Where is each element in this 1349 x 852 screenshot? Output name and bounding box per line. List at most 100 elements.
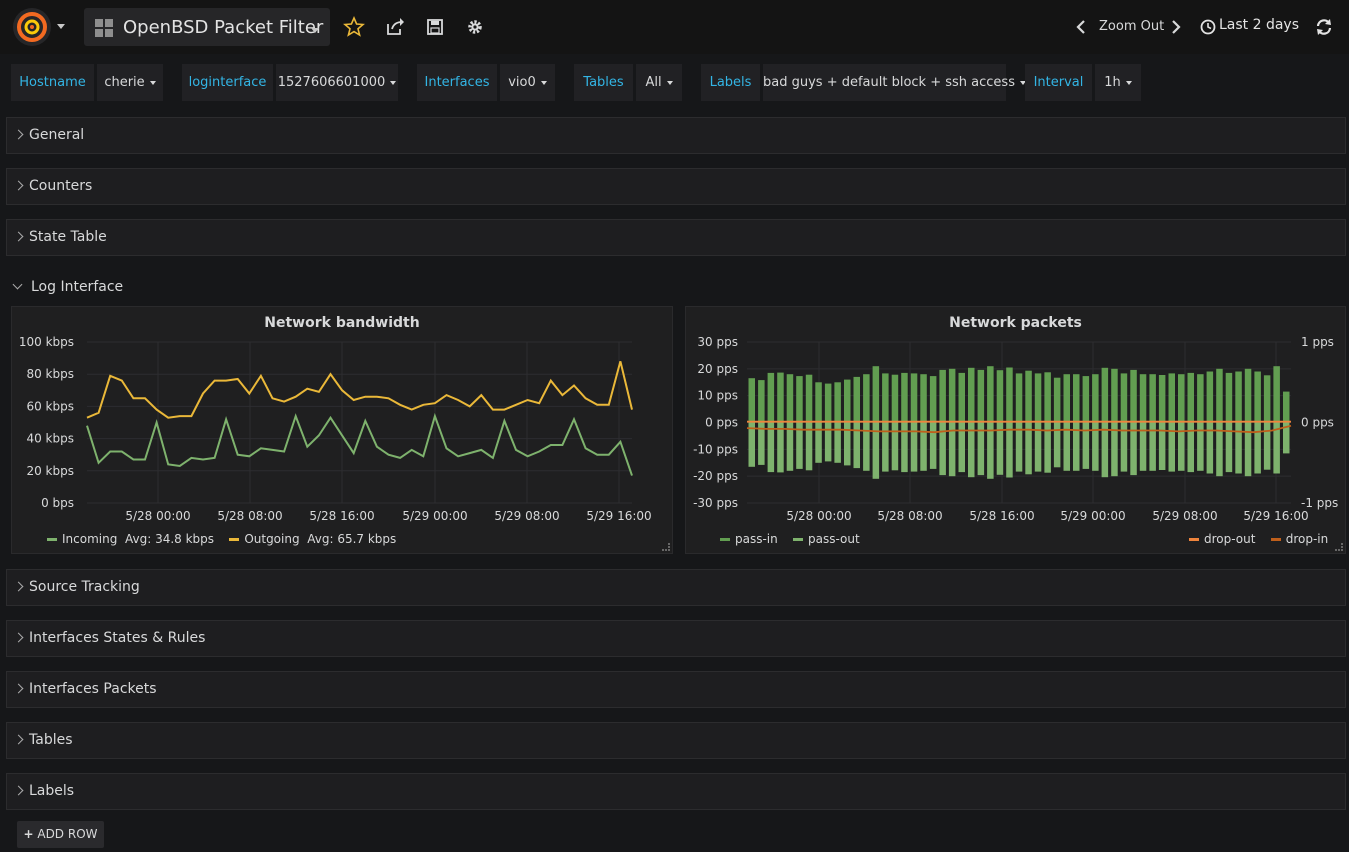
caret-down-icon bbox=[1125, 80, 1132, 85]
variable-value-labels: bad guys + default block + ssh access bbox=[763, 75, 1015, 90]
bar-pass-out bbox=[1225, 422, 1233, 473]
bar-pass-in bbox=[1149, 374, 1156, 423]
legend-label-pass-in: pass-in bbox=[735, 532, 778, 546]
time-range-picker[interactable]: Last 2 days bbox=[1219, 17, 1299, 33]
bar-pass-in bbox=[882, 373, 889, 423]
y-tick-label: 20 pps bbox=[697, 362, 738, 376]
y-tick-label: 60 kbps bbox=[26, 399, 74, 413]
bar-pass-in bbox=[996, 370, 1004, 423]
x-tick-label: 5/28 00:00 bbox=[125, 509, 190, 523]
x-tick-label: 5/29 16:00 bbox=[1243, 509, 1308, 523]
chevron-right-icon bbox=[13, 581, 24, 592]
gear-icon[interactable] bbox=[462, 14, 488, 40]
bar-pass-in bbox=[948, 368, 956, 423]
clock-icon[interactable] bbox=[1196, 15, 1218, 39]
panel-resize-handle[interactable] bbox=[662, 543, 670, 551]
bar-pass-in bbox=[1053, 377, 1061, 423]
variable-value-loginterface: 1527606601000 bbox=[277, 75, 386, 90]
row-labels[interactable]: Labels bbox=[6, 773, 1346, 810]
bar-pass-in bbox=[1101, 367, 1109, 423]
star-icon[interactable] bbox=[341, 14, 367, 40]
variable-select-tables[interactable]: All bbox=[636, 64, 682, 101]
plus-icon: + bbox=[23, 827, 34, 841]
refresh-icon[interactable] bbox=[1311, 14, 1337, 40]
row-interfaces-states-rules[interactable]: Interfaces States & Rules bbox=[6, 620, 1346, 657]
bar-pass-in bbox=[1130, 369, 1137, 423]
x-tick-label: 5/28 16:00 bbox=[309, 509, 374, 523]
panel-resize-handle[interactable] bbox=[1335, 543, 1343, 551]
top-navbar: OpenBSD Packet Filter Zoom Out Last 2 da… bbox=[0, 0, 1349, 54]
row-interfaces-packets[interactable]: Interfaces Packets bbox=[6, 671, 1346, 708]
row-tables[interactable]: Tables bbox=[6, 722, 1346, 759]
bar-pass-out bbox=[844, 422, 851, 466]
share-icon[interactable] bbox=[382, 14, 408, 40]
legend-item-outgoing[interactable]: Outgoing Avg: 65.7 kbps bbox=[229, 532, 396, 546]
grafana-logo-icon[interactable] bbox=[13, 8, 51, 46]
bar-pass-in bbox=[777, 372, 784, 423]
y-tick-label: 100 kbps bbox=[19, 335, 74, 349]
chevron-down-icon bbox=[311, 28, 319, 33]
legend-item-drop-in[interactable]: drop-in bbox=[1270, 532, 1328, 546]
bar-pass-out bbox=[834, 422, 841, 463]
bar-pass-in bbox=[1044, 372, 1051, 423]
caret-down-icon bbox=[149, 80, 156, 85]
save-icon[interactable] bbox=[422, 14, 448, 40]
chevron-right-icon bbox=[13, 180, 24, 191]
variable-select-labels[interactable]: bad guys + default block + ssh access bbox=[763, 64, 1026, 101]
bar-pass-out bbox=[1254, 422, 1261, 474]
bar-pass-in bbox=[767, 372, 775, 423]
bar-pass-in bbox=[1178, 374, 1185, 423]
caret-down-icon bbox=[666, 80, 673, 85]
variable-select-loginterface[interactable]: 1527606601000 bbox=[276, 64, 398, 101]
legend-item-drop-out[interactable]: drop-out bbox=[1189, 532, 1255, 546]
legend-item-pass-out[interactable]: pass-out bbox=[793, 532, 860, 546]
legend-swatch-pass-in bbox=[720, 538, 730, 541]
bar-pass-in bbox=[834, 382, 841, 423]
panel-network-bandwidth: Network bandwidth 100 kbps 80 kbps 60 kbps… bbox=[11, 306, 673, 554]
logo-caret-icon[interactable] bbox=[57, 24, 65, 29]
dashboard-picker-button[interactable]: OpenBSD Packet Filter bbox=[84, 8, 330, 46]
bar-pass-out bbox=[824, 422, 832, 462]
chevron-right-icon[interactable] bbox=[1163, 14, 1189, 40]
bar-pass-in bbox=[1006, 367, 1013, 423]
row-general[interactable]: General bbox=[6, 117, 1346, 154]
bar-pass-in bbox=[1254, 371, 1261, 423]
row-source-tracking[interactable]: Source Tracking bbox=[6, 569, 1346, 606]
row-title: Log Interface bbox=[31, 279, 124, 295]
bar-pass-in bbox=[805, 374, 813, 423]
y-right-tick-label: 0 pps bbox=[1301, 416, 1334, 430]
y-tick-label: 0 bps bbox=[41, 496, 74, 510]
x-tick-label: 5/29 00:00 bbox=[402, 509, 467, 523]
chevron-left-icon[interactable] bbox=[1068, 14, 1094, 40]
chevron-right-icon bbox=[13, 632, 24, 643]
bar-pass-in bbox=[872, 366, 880, 423]
bar-pass-in bbox=[853, 376, 860, 423]
row-log-interface[interactable]: Log Interface bbox=[6, 276, 306, 300]
variable-select-hostname[interactable]: cherie bbox=[97, 64, 163, 101]
variable-select-interval[interactable]: 1h bbox=[1095, 64, 1141, 101]
bar-pass-out bbox=[929, 422, 937, 469]
y-tick-label: 10 pps bbox=[697, 389, 738, 403]
bandwidth-legend: Incoming Avg: 34.8 kbps Outgoing Avg: 65… bbox=[47, 532, 396, 546]
chevron-right-icon bbox=[13, 785, 24, 796]
legend-item-pass-in[interactable]: pass-in bbox=[720, 532, 778, 546]
bar-pass-in bbox=[796, 376, 803, 423]
bar-pass-in bbox=[1092, 374, 1099, 423]
bar-pass-out bbox=[1006, 422, 1013, 478]
bar-pass-out bbox=[920, 422, 927, 471]
x-tick-label: 5/28 08:00 bbox=[877, 509, 942, 523]
bar-pass-out bbox=[910, 422, 918, 472]
y-tick-label: -30 pps bbox=[693, 496, 738, 510]
variable-select-interfaces[interactable]: vio0 bbox=[500, 64, 555, 101]
zoom-out-button[interactable]: Zoom Out bbox=[1099, 19, 1164, 34]
packets-legend-right: drop-out drop-in bbox=[1189, 532, 1328, 546]
x-tick-label: 5/29 00:00 bbox=[1060, 509, 1125, 523]
row-counters[interactable]: Counters bbox=[6, 168, 1346, 205]
bar-pass-in bbox=[901, 372, 908, 423]
variable-value-interfaces: vio0 bbox=[508, 75, 536, 90]
add-row-button[interactable]: + ADD ROW bbox=[17, 821, 104, 848]
x-tick-label: 5/28 08:00 bbox=[217, 509, 282, 523]
variable-label-tables: Tables bbox=[574, 64, 633, 101]
row-state-table[interactable]: State Table bbox=[6, 219, 1346, 256]
legend-item-incoming[interactable]: Incoming Avg: 34.8 kbps bbox=[47, 532, 214, 546]
